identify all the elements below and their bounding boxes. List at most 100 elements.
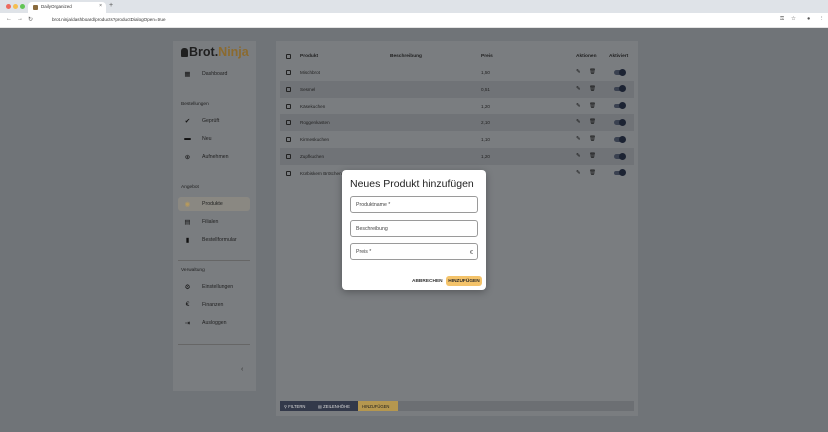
browser-menu-icon[interactable]: ⋮ <box>819 16 825 22</box>
product-name: Kürbiskern Brötchen <box>300 170 342 176</box>
table-row[interactable]: Mischbrot 1,50 ✎ 🗑 <box>280 64 634 81</box>
product-price: 1,20 <box>481 103 490 109</box>
add-circle-icon: ⊕ <box>184 153 191 161</box>
row-height-button[interactable]: ▤ ZEILENHÖHE <box>314 401 358 411</box>
row-checkbox[interactable] <box>286 70 291 75</box>
forward-icon[interactable]: → <box>17 16 23 22</box>
close-window-icon[interactable] <box>6 4 11 9</box>
sidebar-item-label: Ausloggen <box>202 320 227 326</box>
edit-icon[interactable]: ✎ <box>576 119 581 125</box>
sidebar-item-einstellungen[interactable]: ⚙ Einstellungen <box>178 280 250 294</box>
row-checkbox[interactable] <box>286 103 291 109</box>
description-input[interactable] <box>350 220 478 237</box>
bag-icon: ▮ <box>185 236 190 244</box>
table-row[interactable]: Roggenkasten 2,10 ✎ 🗑 <box>280 114 634 132</box>
product-name: Kirmeskuchen <box>300 137 330 143</box>
delete-icon[interactable]: 🗑 <box>589 86 596 92</box>
column-header-product[interactable]: Produkt <box>300 54 318 59</box>
logo: Brot.Ninja <box>181 45 249 59</box>
edit-icon[interactable]: ✎ <box>576 170 581 176</box>
key-icon[interactable]: ⚿ <box>780 16 784 23</box>
tab-title: DailyOrganized <box>41 4 72 9</box>
table-row[interactable]: Kirmeskuchen 1,10 ✎ 🗑 <box>280 131 634 148</box>
add-product-dialog: Neues Produkt hinzufügen € ABBRECHEN HIN… <box>342 170 486 290</box>
new-tab-icon[interactable]: + <box>109 2 113 9</box>
star-icon[interactable]: ☆ <box>791 16 796 22</box>
currency-suffix: € <box>470 250 473 256</box>
delete-icon[interactable]: 🗑 <box>589 103 596 109</box>
back-icon[interactable]: ← <box>6 16 12 22</box>
collapse-sidebar-icon[interactable]: ‹ <box>241 366 243 373</box>
edit-icon[interactable]: ✎ <box>576 103 581 109</box>
sidebar-divider <box>178 260 250 261</box>
sidebar-item-dashboard[interactable]: ▦ Dashboard <box>178 67 250 81</box>
sidebar-divider <box>178 344 250 345</box>
active-toggle[interactable] <box>614 152 626 160</box>
product-name: Mischbrot <box>300 70 320 75</box>
sidebar-item-bestellformular[interactable]: ▮ Bestellformular <box>178 233 250 247</box>
row-checkbox[interactable] <box>286 137 291 143</box>
product-name: Roggenkasten <box>300 120 330 126</box>
row-checkbox[interactable] <box>286 170 291 176</box>
sidebar-item-neu[interactable]: ▬ Neu <box>178 132 250 146</box>
toggle-knob <box>619 152 626 160</box>
sidebar-item-label: Geprüft <box>202 118 220 124</box>
add-product-button[interactable]: HINZUFÜGEN <box>358 401 398 411</box>
browser-tab[interactable]: DailyOrganized × <box>28 2 106 13</box>
active-toggle[interactable] <box>614 135 626 143</box>
address-bar[interactable]: brot.ninja/dashboard/products?productDia… <box>40 15 800 25</box>
table-row[interactable]: Sesmel 0,51 ✎ 🗑 <box>280 80 634 98</box>
price-input[interactable] <box>350 243 478 260</box>
euro-icon: € <box>185 300 190 308</box>
sidebar-item-produkte[interactable]: ◉ Produkte <box>178 197 250 211</box>
active-toggle[interactable] <box>614 102 626 110</box>
delete-icon[interactable]: 🗑 <box>589 136 596 142</box>
delete-icon[interactable]: 🗑 <box>589 153 596 159</box>
row-checkbox[interactable] <box>286 120 291 126</box>
toggle-knob <box>619 118 626 126</box>
active-toggle[interactable] <box>614 85 626 93</box>
bread-icon: ◉ <box>184 200 191 208</box>
column-header-description[interactable]: Beschreibung <box>390 54 422 59</box>
product-name-input[interactable] <box>350 196 478 213</box>
url-text[interactable]: brot.ninja/dashboard/products?productDia… <box>52 17 166 22</box>
tab-close-icon[interactable]: × <box>99 3 102 9</box>
delete-icon[interactable]: 🗑 <box>589 170 596 176</box>
sidebar-item-filialen[interactable]: ▤ Filialen <box>178 215 250 229</box>
dialog-title: Neues Produkt hinzufügen <box>350 178 474 190</box>
minimize-window-icon[interactable] <box>13 4 18 9</box>
sidebar-item-ausloggen[interactable]: ⇥ Ausloggen <box>178 316 250 330</box>
active-toggle[interactable] <box>614 118 626 126</box>
reload-icon[interactable]: ↻ <box>28 16 33 23</box>
maximize-window-icon[interactable] <box>20 4 25 9</box>
select-all-checkbox[interactable] <box>286 54 291 59</box>
edit-icon[interactable]: ✎ <box>576 153 581 159</box>
active-toggle[interactable] <box>614 68 626 76</box>
active-toggle[interactable] <box>614 169 626 177</box>
filter-button[interactable]: ⚲ FILTERN <box>280 401 314 411</box>
sidebar-item-aufnehmen[interactable]: ⊕ Aufnehmen <box>178 150 250 164</box>
cancel-button[interactable]: ABBRECHEN <box>412 276 443 286</box>
product-name: Käsekuchen <box>300 103 326 109</box>
toggle-knob <box>619 169 626 177</box>
sidebar-item-label: Filialen <box>202 219 219 225</box>
gear-icon: ⚙ <box>184 283 191 291</box>
row-checkbox[interactable] <box>286 154 291 159</box>
submit-add-button[interactable]: HINZUFÜGEN <box>446 276 482 286</box>
edit-icon[interactable]: ✎ <box>576 69 581 75</box>
table-row[interactable]: Käsekuchen 1,20 ✎ 🗑 <box>280 98 634 115</box>
edit-icon[interactable]: ✎ <box>576 86 581 92</box>
section-label-admin: Verwaltung <box>181 268 205 273</box>
profile-icon[interactable]: ● <box>807 16 810 22</box>
sidebar-item-geprueft[interactable]: ✔ Geprüft <box>178 114 250 128</box>
section-label-offer: Angebot <box>181 185 199 190</box>
column-header-price[interactable]: Preis <box>481 54 493 59</box>
sidebar-item-finanzen[interactable]: € Finanzen <box>178 298 250 312</box>
sidebar-item-label: Bestellformular <box>202 237 237 243</box>
row-checkbox[interactable] <box>286 86 291 92</box>
delete-icon[interactable]: 🗑 <box>589 69 596 75</box>
table-row[interactable]: Zupfkuchen 1,20 ✎ 🗑 <box>280 148 634 165</box>
edit-icon[interactable]: ✎ <box>576 136 581 142</box>
delete-icon[interactable]: 🗑 <box>589 119 596 125</box>
sidebar-item-label: Produkte <box>202 201 223 207</box>
